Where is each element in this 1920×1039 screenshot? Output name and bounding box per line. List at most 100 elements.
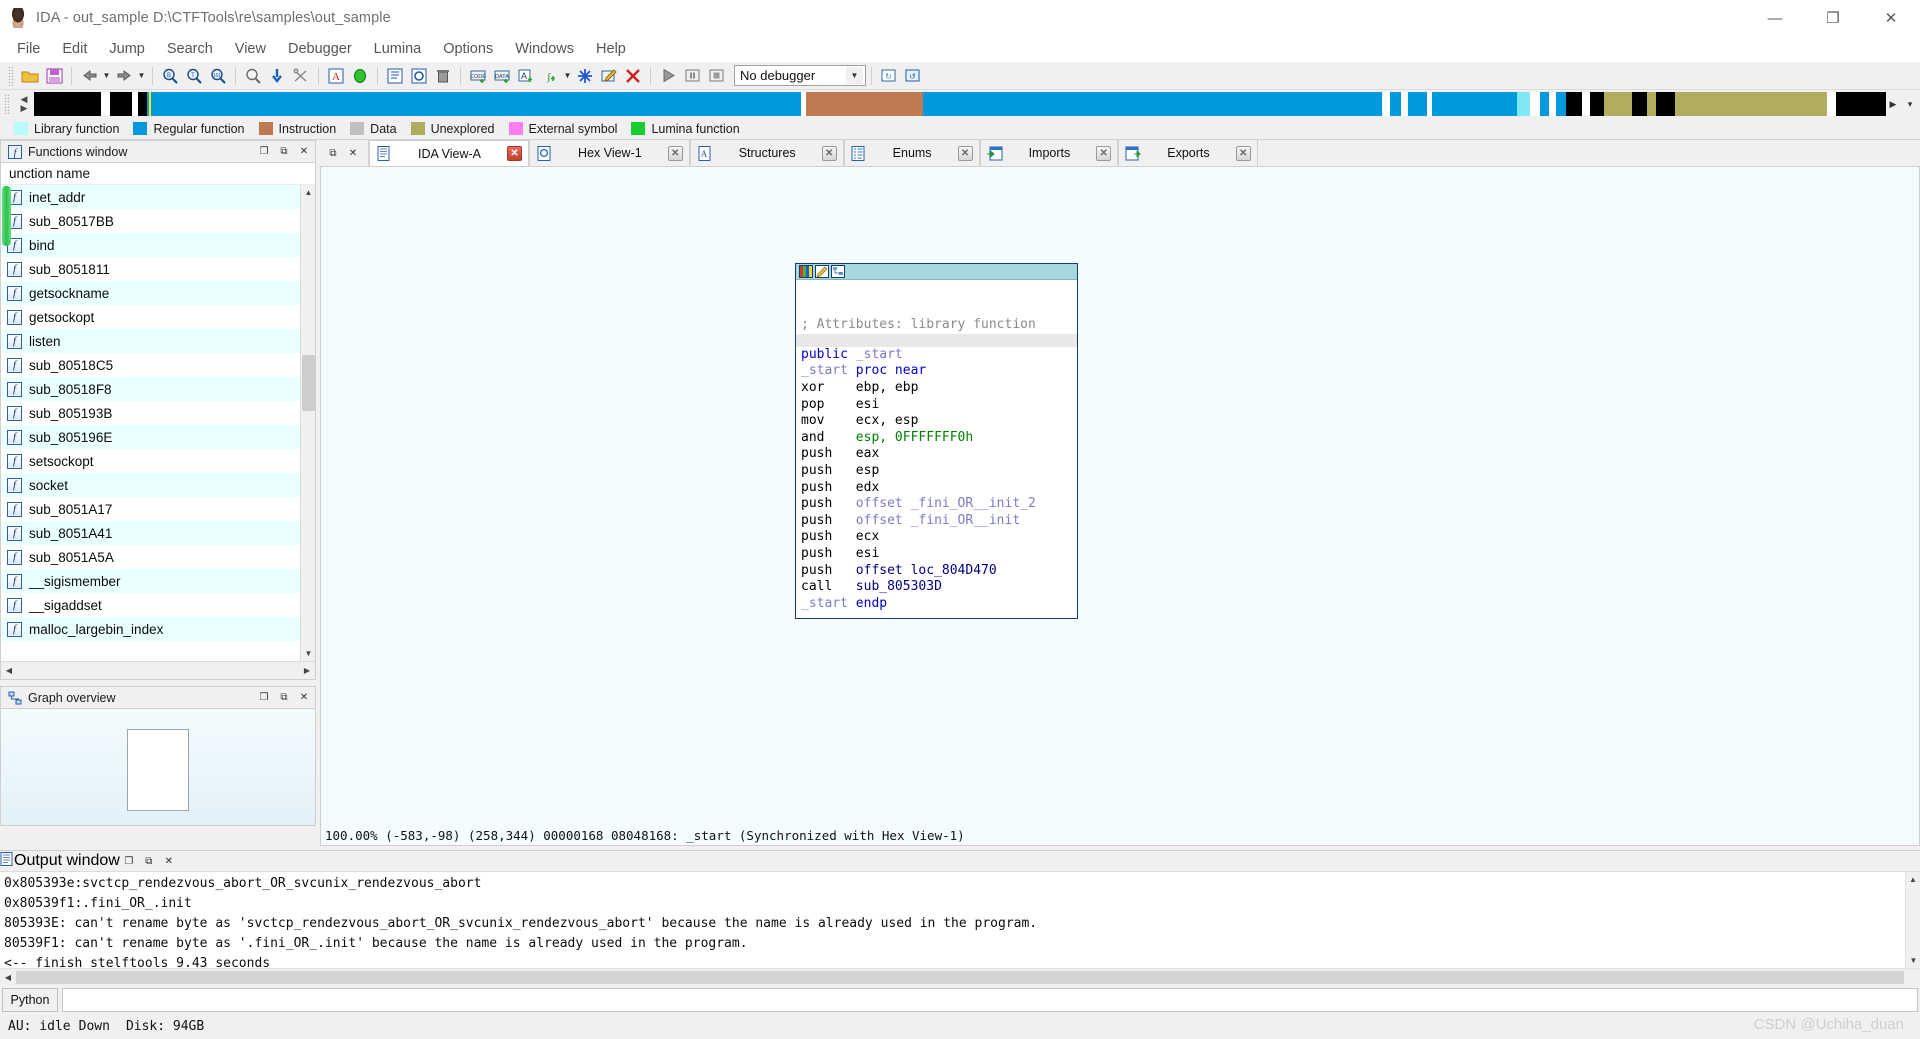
save-file-icon[interactable] [43, 65, 65, 87]
navigator-grip[interactable] [4, 94, 10, 114]
node-edit-icon[interactable] [815, 265, 829, 278]
menu-search[interactable]: Search [156, 39, 224, 60]
tab-close-icon[interactable]: ✕ [1096, 145, 1112, 161]
disasm-line[interactable]: pop esi [796, 397, 1077, 414]
open-file-icon[interactable] [19, 65, 41, 87]
disasm-line[interactable]: and esp, 0FFFFFFF0h [796, 430, 1077, 447]
toolbar-grip[interactable] [8, 65, 14, 86]
function-list-row[interactable]: f malloc_largebin_index [1, 617, 315, 641]
output-close-button[interactable]: ✕ [160, 852, 178, 870]
function-list-row[interactable]: f getsockopt [1, 305, 315, 329]
overview-restore-button[interactable]: ❐ [255, 689, 273, 707]
delete-function-icon[interactable] [622, 65, 644, 87]
function-list-row[interactable]: f inet_addr [1, 185, 315, 209]
disasm-line[interactable]: public _start [796, 347, 1077, 364]
search-next-icon[interactable] [242, 65, 264, 87]
undefine-icon[interactable] [574, 65, 596, 87]
tab-close-icon[interactable]: ✕ [667, 145, 683, 161]
disasm-line[interactable]: _start endp [796, 596, 1077, 613]
menu-edit[interactable]: Edit [51, 39, 98, 60]
make-struct-icon[interactable]: ʃ [539, 65, 561, 87]
delete-icon[interactable] [432, 65, 454, 87]
make-ascii-icon[interactable]: A [515, 65, 537, 87]
view-dock-restore-button[interactable]: ⧉ [324, 144, 342, 162]
output-scroll-up-icon[interactable]: ▲ [1906, 872, 1920, 887]
graph-overview-canvas[interactable] [0, 708, 316, 826]
back-icon[interactable] [78, 65, 100, 87]
jump-down-icon[interactable] [266, 65, 288, 87]
minimize-button[interactable]: — [1746, 0, 1804, 36]
tab-close-icon[interactable]: ✕ [821, 145, 837, 161]
function-list-row[interactable]: f getsockname [1, 281, 315, 305]
tab-close-icon[interactable]: ✕ [1235, 145, 1251, 161]
function-list-row[interactable]: f sub_8051811 [1, 257, 315, 281]
output-scroll-down-icon[interactable]: ▼ [1906, 953, 1920, 968]
lumina-push-icon[interactable]: ↺ [902, 65, 924, 87]
tab-close-icon[interactable]: ✕ [957, 145, 973, 161]
functions-scroll-thumb[interactable] [302, 355, 315, 411]
output-vertical-scrollbar[interactable]: ▲ ▼ [1905, 872, 1920, 968]
ida-view-a-canvas[interactable]: ; Attributes: library function public _st… [320, 166, 1920, 846]
output-horizontal-scrollbar[interactable]: ◀ [0, 968, 1920, 985]
menu-lumina[interactable]: Lumina [363, 39, 433, 60]
disasm-line[interactable]: push esi [796, 546, 1077, 563]
function-list-row[interactable]: f sub_8051A17 [1, 497, 315, 521]
output-scroll-left-icon[interactable]: ◀ [0, 969, 16, 985]
menu-debugger[interactable]: Debugger [277, 39, 363, 60]
disasm-line[interactable]: call sub_805303D [796, 579, 1077, 596]
graph-view-icon[interactable] [349, 65, 371, 87]
output-float-button[interactable]: ⧉ [140, 852, 158, 870]
disasm-line[interactable]: _start proc near [796, 363, 1077, 380]
functions-float-button[interactable]: ⧉ [275, 143, 293, 161]
node-color-icon[interactable] [799, 265, 813, 278]
menu-file[interactable]: File [6, 39, 51, 60]
scroll-up-icon[interactable]: ▲ [301, 185, 315, 200]
disasm-line[interactable]: push edx [796, 480, 1077, 497]
function-list-row[interactable]: f __sigaddset [1, 593, 315, 617]
scroll-right-icon[interactable]: ▶ [299, 663, 315, 679]
function-list-row[interactable]: f sub_80517BB [1, 209, 315, 233]
cross-reference-icon[interactable] [290, 65, 312, 87]
function-list-row[interactable]: f sub_80518C5 [1, 353, 315, 377]
search-hex-icon[interactable]: B [159, 65, 181, 87]
function-list-row[interactable]: f __sigismember [1, 569, 315, 593]
overview-close-button[interactable]: ✕ [295, 689, 313, 707]
forward-icon[interactable] [113, 65, 135, 87]
disasm-line[interactable]: xor ebp, ebp [796, 380, 1077, 397]
forward-dropdown-icon[interactable]: ▼ [136, 71, 147, 80]
menu-help[interactable]: Help [585, 39, 637, 60]
list-view-icon[interactable] [384, 65, 406, 87]
functions-close-button[interactable]: ✕ [295, 143, 313, 161]
disasm-line[interactable]: push esp [796, 463, 1077, 480]
make-data-icon[interactable]: DATA [491, 65, 513, 87]
tab-imports[interactable]: Imports ✕ [979, 140, 1119, 166]
debugger-select[interactable]: No debugger ▼ [734, 65, 866, 86]
functions-restore-button[interactable]: ❐ [255, 143, 273, 161]
search-text-icon[interactable]: T [183, 65, 205, 87]
function-list-row[interactable]: f sub_805193B [1, 401, 315, 425]
chevron-down-icon[interactable]: ▼ [846, 67, 863, 84]
function-list-row[interactable]: f sub_8051A5A [1, 545, 315, 569]
output-restore-button[interactable]: ❐ [120, 852, 138, 870]
search-immediate-icon[interactable]: 101 [207, 65, 229, 87]
menu-options[interactable]: Options [432, 39, 504, 60]
pause-icon[interactable] [681, 65, 703, 87]
function-list-row[interactable]: f socket [1, 473, 315, 497]
function-list-row[interactable]: f bind [1, 233, 315, 257]
function-list-row[interactable]: f sub_805196E [1, 425, 315, 449]
output-hscroll-thumb[interactable] [16, 970, 1904, 984]
cli-input[interactable] [62, 988, 1918, 1012]
tab-exports[interactable]: Exports ✕ [1118, 140, 1258, 166]
view-dock-close-button[interactable]: ✕ [344, 144, 362, 162]
disasm-line[interactable]: push offset _fini_OR__init_2 [796, 496, 1077, 513]
toolbar-overflow-icon[interactable]: ▾ [1900, 92, 1920, 116]
tab-enums[interactable]: Enums ✕ [843, 140, 980, 166]
navigator-more-button[interactable]: ▶ [1886, 92, 1900, 116]
stop-icon[interactable] [705, 65, 727, 87]
navigator-band[interactable] [34, 92, 1886, 116]
scroll-left-icon[interactable]: ◀ [1, 663, 17, 679]
make-code-icon[interactable]: CODE [467, 65, 489, 87]
functions-hscroll-track[interactable] [17, 663, 299, 679]
node-layout-icon[interactable] [831, 265, 845, 278]
disasm-line[interactable]: push eax [796, 446, 1077, 463]
